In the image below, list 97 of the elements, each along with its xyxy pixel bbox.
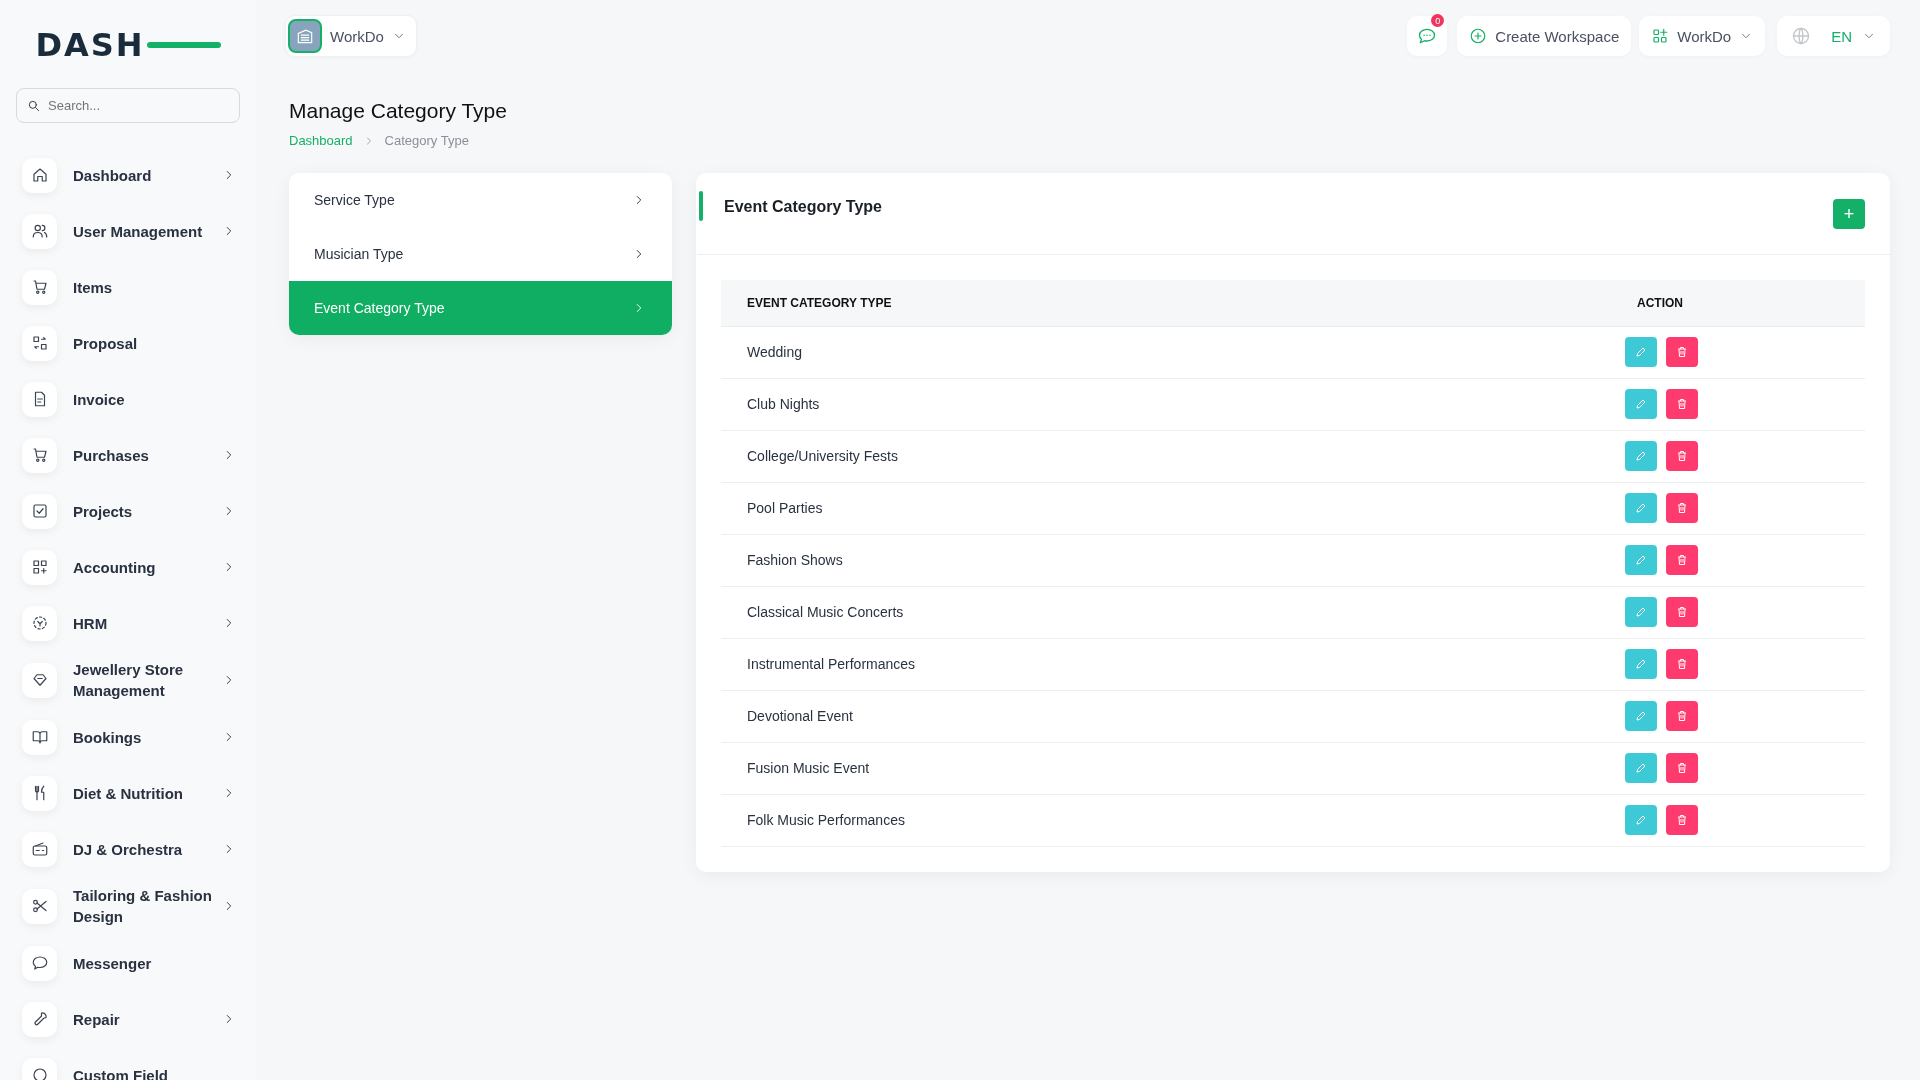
edit-button[interactable] <box>1625 649 1657 679</box>
trash-icon <box>1676 814 1688 826</box>
edit-button[interactable] <box>1625 493 1657 523</box>
grid-plus-icon <box>30 558 49 576</box>
delete-button[interactable] <box>1666 597 1698 627</box>
pencil-icon <box>1635 658 1647 670</box>
category-tab[interactable]: Musician Type <box>289 227 672 281</box>
edit-button[interactable] <box>1625 545 1657 575</box>
edit-button[interactable] <box>1625 441 1657 471</box>
sidebar-item[interactable]: Accounting <box>16 547 240 587</box>
table-cell: Pool Parties <box>721 482 1625 534</box>
diamond-icon <box>30 671 49 689</box>
users-icon <box>30 222 49 240</box>
sidebar-item[interactable]: Items <box>16 267 240 307</box>
chat-icon <box>1417 26 1438 46</box>
home-icon <box>30 166 49 184</box>
edit-button[interactable] <box>1625 805 1657 835</box>
plus-circle-icon <box>1469 27 1488 45</box>
sidebar-item[interactable]: Projects <box>16 491 240 531</box>
pencil-icon <box>1635 346 1647 358</box>
trash-icon <box>1676 658 1688 670</box>
logo: DASH <box>16 24 240 66</box>
sidebar-item[interactable]: Tailoring & Fashion Design <box>16 885 240 927</box>
pencil-icon <box>1635 502 1647 514</box>
pencil-icon <box>1635 398 1647 410</box>
sidebar-item[interactable]: Custom Field <box>16 1055 240 1080</box>
edit-button[interactable] <box>1625 597 1657 627</box>
grid-plus-icon <box>1651 27 1670 45</box>
pencil-icon <box>1635 814 1647 826</box>
sidebar-item[interactable]: Purchases <box>16 435 240 475</box>
pencil-icon <box>1635 710 1647 722</box>
delete-button[interactable] <box>1666 337 1698 367</box>
logo-bar-icon <box>146 41 221 49</box>
table-cell: Fashion Shows <box>721 534 1625 586</box>
dashed-circle-icon <box>30 614 49 632</box>
swap-icon <box>30 334 49 352</box>
column-header: ACTION <box>1625 280 1865 326</box>
sidebar-item[interactable]: Messenger <box>16 943 240 983</box>
create-workspace-button[interactable]: Create Workspace <box>1457 16 1632 56</box>
trash-icon <box>1676 554 1688 566</box>
delete-button[interactable] <box>1666 805 1698 835</box>
trash-icon <box>1676 346 1688 358</box>
edit-button[interactable] <box>1625 753 1657 783</box>
trash-icon <box>1676 450 1688 462</box>
sidebar-item[interactable]: DJ & Orchestra <box>16 829 240 869</box>
trash-icon <box>1676 710 1688 722</box>
chat-icon <box>30 954 49 972</box>
trash-icon <box>1676 606 1688 618</box>
book-icon <box>30 728 49 746</box>
table-cell: Devotional Event <box>721 690 1625 742</box>
globe-icon <box>1791 26 1812 46</box>
messages-button[interactable]: 0 <box>1407 16 1448 56</box>
sidebar-item[interactable]: Invoice <box>16 379 240 419</box>
sidebar-item[interactable]: Repair <box>16 999 240 1039</box>
table-cell: Classical Music Concerts <box>721 586 1625 638</box>
table-cell: Instrumental Performances <box>721 638 1625 690</box>
sidebar-item[interactable]: Proposal <box>16 323 240 363</box>
radio-icon <box>30 840 49 858</box>
sidebar-item[interactable]: User Management <box>16 211 240 251</box>
delete-button[interactable] <box>1666 493 1698 523</box>
edit-button[interactable] <box>1625 701 1657 731</box>
column-header: EVENT CATEGORY TYPE <box>721 280 1625 326</box>
sidebar-item[interactable]: HRM <box>16 603 240 643</box>
trash-icon <box>1676 398 1688 410</box>
pencil-icon <box>1635 762 1647 774</box>
workspace-dropdown[interactable]: WorkDo <box>285 15 417 57</box>
edit-button[interactable] <box>1625 337 1657 367</box>
pencil-icon <box>1635 450 1647 462</box>
workspace-menu[interactable]: WorkDo <box>1639 16 1766 56</box>
table-cell: Club Nights <box>721 378 1625 430</box>
sidebar-item[interactable]: Jewellery Store Management <box>16 659 240 701</box>
table-cell: Wedding <box>721 326 1625 378</box>
checkbox-icon <box>30 502 49 520</box>
pencil-icon <box>1635 606 1647 618</box>
delete-button[interactable] <box>1666 649 1698 679</box>
search-field[interactable]: Search... <box>16 88 240 123</box>
delete-button[interactable] <box>1666 753 1698 783</box>
category-tab[interactable]: Service Type <box>289 173 672 227</box>
delete-button[interactable] <box>1666 701 1698 731</box>
delete-button[interactable] <box>1666 389 1698 419</box>
pencil-icon <box>1635 554 1647 566</box>
delete-button[interactable] <box>1666 545 1698 575</box>
scissors-icon <box>30 897 49 915</box>
sidebar-item[interactable]: Diet & Nutrition <box>16 773 240 813</box>
table-cell: Folk Music Performances <box>721 794 1625 846</box>
table-cell: College/University Fests <box>721 430 1625 482</box>
trash-icon <box>1676 502 1688 514</box>
delete-button[interactable] <box>1666 441 1698 471</box>
breadcrumb-current: Category Type <box>384 133 469 148</box>
edit-button[interactable] <box>1625 389 1657 419</box>
sidebar-item[interactable]: Bookings <box>16 717 240 757</box>
page-title: Manage Category Type <box>289 99 508 123</box>
sidebar-item[interactable]: Dashboard <box>16 155 240 195</box>
trash-icon <box>1676 762 1688 774</box>
card-title: Event Category Type <box>724 197 882 216</box>
notification-badge: 0 <box>1431 14 1445 27</box>
table-cell: Fusion Music Event <box>721 742 1625 794</box>
